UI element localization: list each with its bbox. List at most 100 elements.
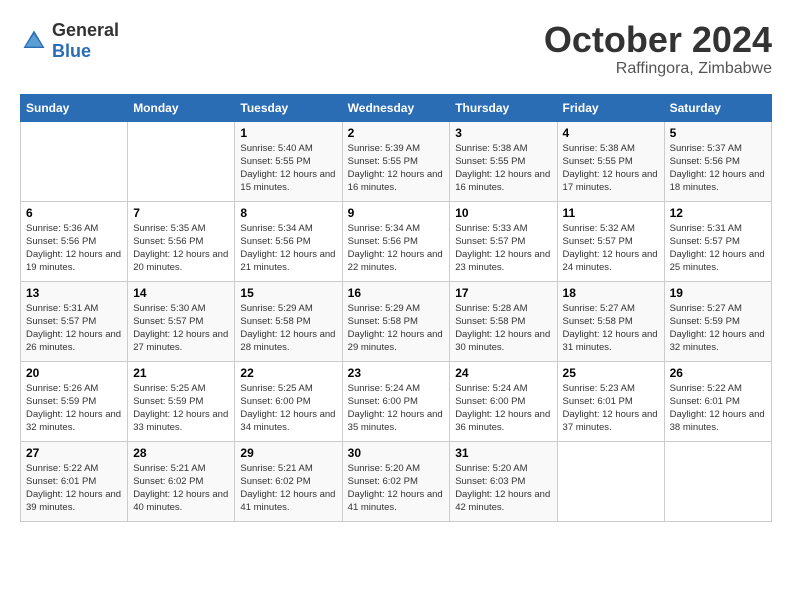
day-number: 30 [348, 446, 445, 460]
calendar-cell: 19Sunrise: 5:27 AM Sunset: 5:59 PM Dayli… [664, 281, 771, 361]
calendar-cell: 30 Sunrise: 5:20 AM Sunset: 6:02 PM Dayli… [342, 441, 450, 521]
day-number: 20 [26, 366, 122, 380]
day-info: Sunrise: 5:34 AM Sunset: 5:56 PM Dayligh… [348, 222, 445, 275]
weekday-header: Tuesday [235, 94, 342, 121]
calendar-cell: 23 Sunrise: 5:24 AM Sunset: 6:00 PM Dayli… [342, 361, 450, 441]
day-number: 10 [455, 206, 551, 220]
day-info: Sunrise: 5:20 AM Sunset: 6:02 PM Dayligh… [348, 462, 445, 515]
day-info: Sunrise: 5:38 AM Sunset: 5:55 PM Dayligh… [563, 142, 659, 195]
calendar-cell: 6 Sunrise: 5:36 AM Sunset: 5:56 PM Daylig… [21, 201, 128, 281]
calendar-cell [128, 121, 235, 201]
calendar-cell: 5 Sunrise: 5:37 AM Sunset: 5:56 PM Daylig… [664, 121, 771, 201]
calendar-cell: 21Sunrise: 5:25 AM Sunset: 5:59 PM Dayli… [128, 361, 235, 441]
day-info: Sunrise: 5:22 AM Sunset: 6:01 PM Dayligh… [670, 382, 766, 435]
logo-icon [20, 27, 48, 55]
calendar-week-row: 13 Sunrise: 5:31 AM Sunset: 5:57 PM Dayli… [21, 281, 772, 361]
calendar-cell: 8Sunrise: 5:34 AM Sunset: 5:56 PM Daylig… [235, 201, 342, 281]
day-number: 16 [348, 286, 445, 300]
day-info: Sunrise: 5:31 AM Sunset: 5:57 PM Dayligh… [26, 302, 122, 355]
day-number: 7 [133, 206, 229, 220]
logo-general: General [52, 20, 119, 40]
calendar-cell [664, 441, 771, 521]
calendar-cell [21, 121, 128, 201]
day-number: 5 [670, 126, 766, 140]
calendar-table: SundayMondayTuesdayWednesdayThursdayFrid… [20, 94, 772, 522]
calendar-cell: 2 Sunrise: 5:39 AM Sunset: 5:55 PM Daylig… [342, 121, 450, 201]
calendar-cell: 9 Sunrise: 5:34 AM Sunset: 5:56 PM Daylig… [342, 201, 450, 281]
day-info: Sunrise: 5:24 AM Sunset: 6:00 PM Dayligh… [348, 382, 445, 435]
calendar-cell: 26 Sunrise: 5:22 AM Sunset: 6:01 PM Dayli… [664, 361, 771, 441]
day-number: 18 [563, 286, 659, 300]
day-info: Sunrise: 5:29 AM Sunset: 5:58 PM Dayligh… [240, 302, 336, 355]
calendar-week-row: 1 Sunrise: 5:40 AM Sunset: 5:55 PM Daylig… [21, 121, 772, 201]
calendar-cell: 18Sunrise: 5:27 AM Sunset: 5:58 PM Dayli… [557, 281, 664, 361]
calendar-cell: 1 Sunrise: 5:40 AM Sunset: 5:55 PM Daylig… [235, 121, 342, 201]
calendar-cell: 27Sunrise: 5:22 AM Sunset: 6:01 PM Dayli… [21, 441, 128, 521]
calendar-week-row: 27Sunrise: 5:22 AM Sunset: 6:01 PM Dayli… [21, 441, 772, 521]
day-number: 25 [563, 366, 659, 380]
location-title: Raffingora, Zimbabwe [544, 60, 772, 78]
day-number: 1 [240, 126, 336, 140]
calendar-cell: 17Sunrise: 5:28 AM Sunset: 5:58 PM Dayli… [450, 281, 557, 361]
calendar-cell: 11 Sunrise: 5:32 AM Sunset: 5:57 PM Dayli… [557, 201, 664, 281]
day-info: Sunrise: 5:33 AM Sunset: 5:57 PM Dayligh… [455, 222, 551, 275]
weekday-header: Friday [557, 94, 664, 121]
day-number: 31 [455, 446, 551, 460]
calendar-cell [557, 441, 664, 521]
day-number: 12 [670, 206, 766, 220]
day-info: Sunrise: 5:38 AM Sunset: 5:55 PM Dayligh… [455, 142, 551, 195]
day-info: Sunrise: 5:20 AM Sunset: 6:03 PM Dayligh… [455, 462, 551, 515]
calendar-cell: 22Sunrise: 5:25 AM Sunset: 6:00 PM Dayli… [235, 361, 342, 441]
calendar-cell: 15 Sunrise: 5:29 AM Sunset: 5:58 PM Dayli… [235, 281, 342, 361]
calendar-cell: 12 Sunrise: 5:31 AM Sunset: 5:57 PM Dayli… [664, 201, 771, 281]
day-info: Sunrise: 5:21 AM Sunset: 6:02 PM Dayligh… [133, 462, 229, 515]
day-number: 15 [240, 286, 336, 300]
day-number: 24 [455, 366, 551, 380]
day-number: 6 [26, 206, 122, 220]
day-number: 11 [563, 206, 659, 220]
weekday-header: Saturday [664, 94, 771, 121]
calendar-cell: 10 Sunrise: 5:33 AM Sunset: 5:57 PM Dayli… [450, 201, 557, 281]
logo: General Blue [20, 20, 119, 62]
day-info: Sunrise: 5:21 AM Sunset: 6:02 PM Dayligh… [240, 462, 336, 515]
calendar-cell: 3 Sunrise: 5:38 AM Sunset: 5:55 PM Daylig… [450, 121, 557, 201]
day-number: 29 [240, 446, 336, 460]
day-number: 26 [670, 366, 766, 380]
day-info: Sunrise: 5:22 AM Sunset: 6:01 PM Dayligh… [26, 462, 122, 515]
weekday-header: Thursday [450, 94, 557, 121]
day-number: 17 [455, 286, 551, 300]
calendar-cell: 4 Sunrise: 5:38 AM Sunset: 5:55 PM Daylig… [557, 121, 664, 201]
day-info: Sunrise: 5:35 AM Sunset: 5:56 PM Dayligh… [133, 222, 229, 275]
day-info: Sunrise: 5:26 AM Sunset: 5:59 PM Dayligh… [26, 382, 122, 435]
day-number: 3 [455, 126, 551, 140]
weekday-header-row: SundayMondayTuesdayWednesdayThursdayFrid… [21, 94, 772, 121]
day-info: Sunrise: 5:37 AM Sunset: 5:56 PM Dayligh… [670, 142, 766, 195]
day-info: Sunrise: 5:40 AM Sunset: 5:55 PM Dayligh… [240, 142, 336, 195]
day-info: Sunrise: 5:32 AM Sunset: 5:57 PM Dayligh… [563, 222, 659, 275]
calendar-cell: 25 Sunrise: 5:23 AM Sunset: 6:01 PM Dayli… [557, 361, 664, 441]
calendar-week-row: 20 Sunrise: 5:26 AM Sunset: 5:59 PM Dayli… [21, 361, 772, 441]
day-info: Sunrise: 5:24 AM Sunset: 6:00 PM Dayligh… [455, 382, 551, 435]
logo-blue: Blue [52, 41, 91, 61]
day-info: Sunrise: 5:39 AM Sunset: 5:55 PM Dayligh… [348, 142, 445, 195]
title-block: October 2024 Raffingora, Zimbabwe [544, 20, 772, 78]
day-info: Sunrise: 5:25 AM Sunset: 6:00 PM Dayligh… [240, 382, 336, 435]
page-header: General Blue October 2024 Raffingora, Zi… [20, 20, 772, 78]
day-number: 23 [348, 366, 445, 380]
calendar-cell: 7 Sunrise: 5:35 AM Sunset: 5:56 PM Daylig… [128, 201, 235, 281]
day-info: Sunrise: 5:34 AM Sunset: 5:56 PM Dayligh… [240, 222, 336, 275]
calendar-week-row: 6 Sunrise: 5:36 AM Sunset: 5:56 PM Daylig… [21, 201, 772, 281]
day-number: 14 [133, 286, 229, 300]
calendar-cell: 28Sunrise: 5:21 AM Sunset: 6:02 PM Dayli… [128, 441, 235, 521]
calendar-cell: 14Sunrise: 5:30 AM Sunset: 5:57 PM Dayli… [128, 281, 235, 361]
day-info: Sunrise: 5:23 AM Sunset: 6:01 PM Dayligh… [563, 382, 659, 435]
day-info: Sunrise: 5:36 AM Sunset: 5:56 PM Dayligh… [26, 222, 122, 275]
day-number: 4 [563, 126, 659, 140]
day-info: Sunrise: 5:31 AM Sunset: 5:57 PM Dayligh… [670, 222, 766, 275]
logo-text: General Blue [52, 20, 119, 62]
day-number: 2 [348, 126, 445, 140]
day-info: Sunrise: 5:25 AM Sunset: 5:59 PM Dayligh… [133, 382, 229, 435]
month-title: October 2024 [544, 20, 772, 60]
day-number: 13 [26, 286, 122, 300]
day-number: 9 [348, 206, 445, 220]
